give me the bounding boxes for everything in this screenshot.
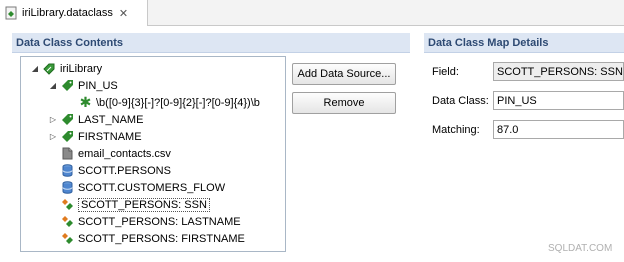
tree-item-label: SCOTT.PERSONS — [78, 164, 171, 177]
column-map-icon — [62, 199, 73, 210]
matching-field[interactable]: 87.0 — [493, 120, 624, 139]
tree-item-scott-customers-flow[interactable]: SCOTT.CUSTOMERS_FLOW — [61, 179, 225, 196]
tree-item-root[interactable]: ◢ iriLibrary — [31, 60, 102, 77]
expanded-arrow-icon[interactable]: ◢ — [31, 64, 39, 73]
tree-item-pin-us[interactable]: ◢ PIN_US — [49, 77, 118, 94]
tag-icon — [62, 131, 73, 142]
matching-label: Matching: — [432, 124, 480, 136]
column-map-icon — [62, 233, 73, 244]
add-data-source-button[interactable]: Add Data Source... — [292, 63, 396, 85]
tree-item-regex[interactable]: ✱ \b([0-9]{3}[-]?[0-9]{2}[-]?[0-9]{4})\b — [79, 94, 260, 111]
tree-item-label: LAST_NAME — [78, 113, 144, 126]
field-label: Field: — [432, 66, 459, 78]
data-class-map-details-header: Data Class Map Details — [424, 33, 624, 53]
expanded-arrow-icon[interactable]: ◢ — [49, 81, 57, 90]
tag-icon — [62, 80, 73, 91]
tree-item-label: SCOTT_PERSONS: LASTNAME — [78, 215, 241, 228]
editor-tab[interactable]: iriLibrary.dataclass ✕ — [0, 0, 148, 26]
tree-item-label: FIRSTNAME — [78, 130, 142, 143]
tree-item-scott-persons-ssn[interactable]: SCOTT_PERSONS: SSN — [61, 196, 210, 213]
database-icon — [62, 181, 73, 194]
tree-item-label: PIN_US — [78, 79, 118, 92]
tree-item-scott-persons-lastname[interactable]: SCOTT_PERSONS: LASTNAME — [61, 213, 241, 230]
tree-item-label: SCOTT_PERSONS: SSN — [78, 197, 210, 212]
remove-button[interactable]: Remove — [292, 92, 396, 114]
database-icon — [62, 164, 73, 177]
tree-item-label: SCOTT.CUSTOMERS_FLOW — [78, 181, 226, 194]
field-value: SCOTT_PERSONS: SSN — [493, 62, 624, 81]
tree-item-last-name[interactable]: ▷ LAST_NAME — [49, 111, 144, 128]
collapsed-arrow-icon[interactable]: ▷ — [49, 115, 57, 124]
data-class-field[interactable]: PIN_US — [493, 91, 624, 110]
tree-item-email-contacts[interactable]: email_contacts.csv — [61, 145, 171, 162]
editor-tab-bar: iriLibrary.dataclass ✕ — [0, 0, 624, 26]
tree-item-scott-persons[interactable]: SCOTT.PERSONS — [61, 162, 171, 179]
collapsed-arrow-icon[interactable]: ▷ — [49, 132, 57, 141]
tree-item-scott-persons-firstname[interactable]: SCOTT_PERSONS: FIRSTNAME — [61, 230, 245, 247]
watermark: SQLDAT.COM — [548, 243, 613, 254]
data-class-label: Data Class: — [432, 95, 489, 107]
tree-item-label: SCOTT_PERSONS: FIRSTNAME — [78, 232, 245, 245]
tree-item-firstname[interactable]: ▷ FIRSTNAME — [49, 128, 142, 145]
regex-icon: ✱ — [79, 94, 92, 110]
tag-icon — [62, 114, 73, 125]
editor-tab-label: iriLibrary.dataclass — [22, 7, 113, 19]
data-class-contents-header: Data Class Contents — [12, 33, 410, 53]
close-icon[interactable]: ✕ — [119, 7, 128, 20]
tree-item-label: iriLibrary — [60, 62, 103, 75]
tree-item-label: email_contacts.csv — [78, 147, 171, 160]
tree-item-label: \b([0-9]{3}[-]?[0-9]{2}[-]?[0-9]{4})\b — [96, 96, 260, 109]
data-class-tree[interactable]: ◢ iriLibrary ◢ PIN_US ✱ \b([0-9]{3}[-]?[… — [20, 56, 286, 252]
library-icon — [43, 63, 55, 75]
file-icon — [62, 147, 73, 160]
column-map-icon — [62, 216, 73, 227]
dataclass-file-icon — [5, 6, 17, 20]
